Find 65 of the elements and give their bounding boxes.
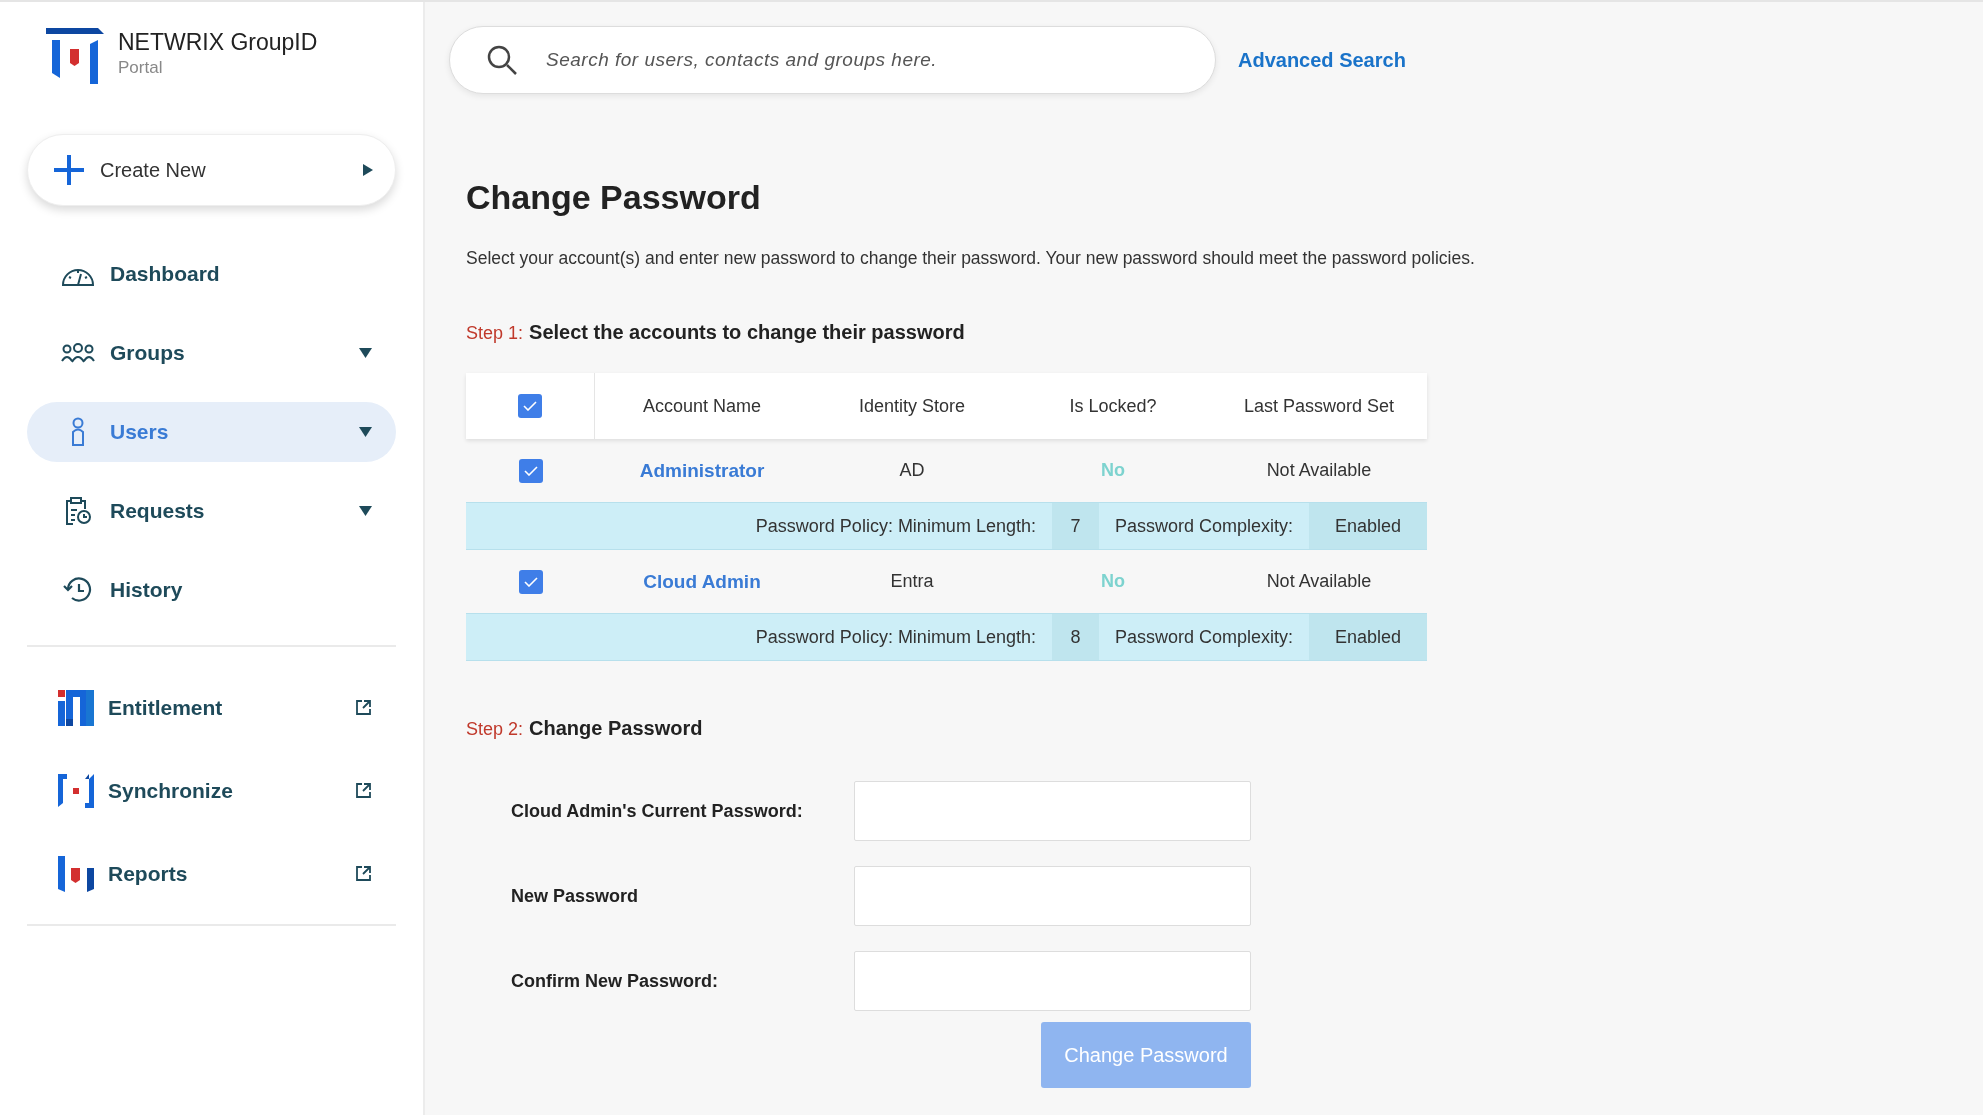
table-cell-text: Not Available	[1265, 459, 1373, 483]
step-title: Change Password	[529, 716, 703, 742]
sidebar-link[interactable]: Synchronize	[27, 760, 396, 821]
sidebar-item[interactable]: Groups	[27, 323, 396, 383]
plus-icon	[52, 153, 86, 187]
advanced-search-link[interactable]: Advanced Search	[1238, 45, 1406, 75]
history-icon	[63, 576, 93, 604]
external-link-icon	[355, 699, 372, 716]
field-label: Cloud Admin's Current Password:	[510, 799, 804, 823]
sidebar-link[interactable]: Reports	[27, 843, 396, 904]
table-cell-text: AD	[898, 459, 926, 483]
step-number: Step 1:	[466, 322, 524, 346]
policy-label: Password Complexity:	[1113, 514, 1294, 538]
sidebar-item[interactable]: Dashboard	[27, 244, 396, 304]
people-icon	[61, 342, 95, 364]
search-icon	[486, 44, 518, 76]
policy-label: Password Policy: Minimum Length:	[755, 514, 1037, 538]
caret-icon	[363, 164, 373, 176]
search-input[interactable]: Search for users, contacts and groups here.	[546, 40, 1215, 80]
policy-value: 8	[1051, 614, 1099, 661]
column-header: Is Locked?	[1068, 394, 1158, 418]
step-number: Step 2:	[466, 718, 524, 742]
table-cell-text: No	[1100, 570, 1126, 594]
policy-label: Password Policy: Minimum Length:	[755, 625, 1037, 649]
field-label: Confirm New Password:	[510, 969, 720, 993]
checkmark-icon	[523, 465, 538, 476]
sidebar-item[interactable]: History	[27, 560, 396, 620]
column-header: Account Name	[641, 394, 763, 418]
column-header: Identity Store	[857, 394, 967, 418]
account-link[interactable]: Cloud Admin	[595, 567, 809, 596]
page-description: Select your account(s) and enter new password to change their password. Your new password should meet the password policies.	[466, 247, 1476, 270]
sidebar-link[interactable]: Entitlement	[27, 677, 396, 738]
policy-value: Enabled	[1309, 614, 1427, 661]
checkmark-icon	[523, 401, 537, 412]
password-field[interactable]	[854, 781, 1251, 842]
app-logo-icon	[58, 689, 94, 726]
app-logo-icon	[58, 855, 94, 892]
checkbox[interactable]	[518, 458, 543, 483]
table-cell-text: No	[1100, 459, 1126, 483]
account-link[interactable]: Administrator	[595, 456, 809, 485]
page-title: Change Password	[466, 177, 762, 218]
password-field[interactable]	[854, 951, 1251, 1012]
app-subtitle: Portal	[118, 57, 164, 79]
app-title: NETWRIX GroupID	[118, 28, 318, 56]
field-label: New Password	[510, 884, 640, 908]
step-title: Select the accounts to change their password	[529, 320, 965, 346]
external-link-icon	[355, 865, 372, 882]
create-new-button[interactable]: Create New	[27, 134, 396, 206]
table-cell-text: Not Available	[1265, 570, 1373, 594]
external-link-icon	[355, 782, 372, 799]
column-header: Last Password Set	[1242, 394, 1396, 418]
app-logo-icon	[58, 773, 94, 808]
password-field[interactable]	[854, 866, 1251, 927]
table-cell-text: Entra	[889, 570, 935, 594]
policy-value: 7	[1051, 503, 1099, 550]
policy-value: Enabled	[1309, 503, 1427, 550]
sidebar-item[interactable]: Users	[27, 402, 396, 462]
checkmark-icon	[523, 576, 538, 587]
clipboard-clock-icon	[63, 496, 93, 526]
policy-label: Password Complexity:	[1113, 625, 1294, 649]
checkbox[interactable]	[518, 569, 543, 594]
logo-icon	[46, 28, 104, 84]
checkbox[interactable]	[518, 394, 542, 419]
sidebar-item[interactable]: Requests	[27, 481, 396, 541]
search-field[interactable]: Search for users, contacts and groups here.	[449, 26, 1216, 94]
